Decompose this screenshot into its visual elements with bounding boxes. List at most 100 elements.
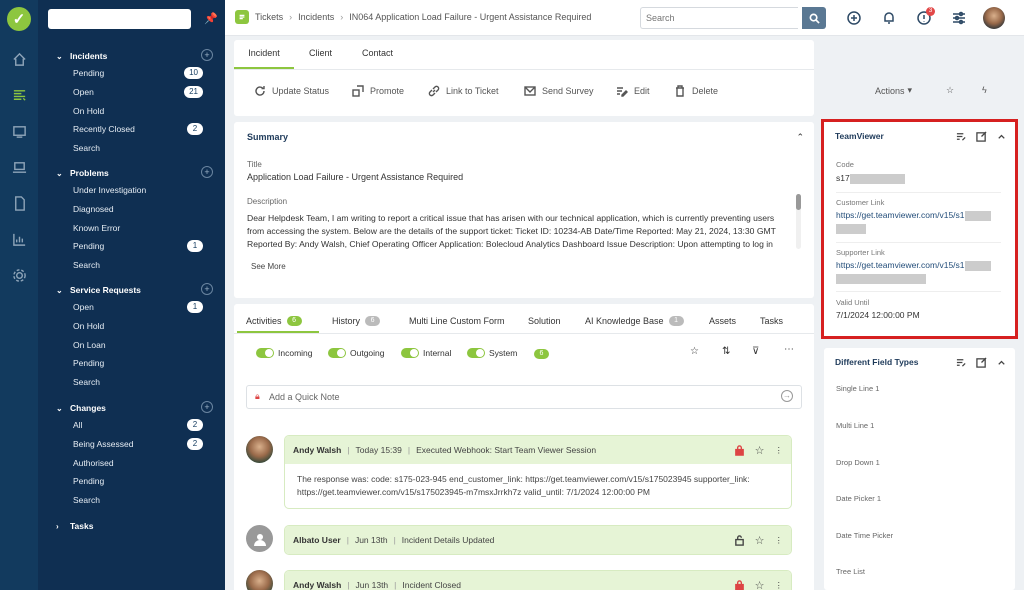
add-icon[interactable]: + [201, 283, 213, 295]
sidebar-item[interactable]: On Hold [38, 101, 225, 120]
app-logo[interactable]: ✓ [7, 7, 31, 31]
add-icon[interactable]: + [201, 49, 213, 61]
sidebar-item[interactable]: Open 1 [38, 298, 225, 317]
lock-icon[interactable] [734, 580, 745, 590]
settings-button[interactable] [950, 9, 968, 27]
star-icon[interactable]: ☆ [755, 444, 765, 457]
promote-button[interactable]: Promote [352, 85, 404, 97]
filter-icon[interactable]: ⊽ [752, 346, 759, 357]
activity-item[interactable]: Andy Walsh | Jun 13th | Incident Closed ☆ ⋮ [284, 570, 792, 590]
tab-tasks[interactable]: Tasks [760, 314, 783, 328]
list-edit-icon[interactable] [956, 131, 967, 142]
add-icon[interactable]: + [201, 166, 213, 178]
tab-incident[interactable]: Incident [234, 40, 294, 69]
activity-item[interactable]: Andy Walsh | Today 15:39 | Executed Webhook:… [284, 435, 792, 509]
star-icon[interactable]: ☆ [755, 579, 765, 590]
delete-button[interactable]: Delete [674, 85, 718, 97]
filter-system-toggle[interactable]: System [467, 348, 517, 358]
sidebar-item[interactable]: On Hold [38, 317, 225, 336]
tab-assets[interactable]: Assets [709, 314, 736, 328]
quick-note-input[interactable]: 🔒︎ Add a Quick Note → [246, 385, 802, 409]
chevron-up-icon[interactable] [996, 131, 1007, 142]
rail-tickets[interactable] [0, 77, 38, 113]
rail-devices[interactable] [0, 149, 38, 185]
user-avatar[interactable] [983, 7, 1005, 29]
see-more-link[interactable]: See More [251, 262, 286, 271]
chevron-up-icon[interactable] [996, 357, 1007, 368]
sidebar-item[interactable]: Recently Closed 2 [38, 120, 225, 139]
sidebar-item[interactable]: Under Investigation [38, 181, 225, 200]
sidebar-item[interactable]: Search [38, 139, 225, 158]
sidebar-item[interactable]: Being Assessed 2 [38, 435, 225, 454]
sidebar-section-header[interactable]: ⌄ Changes + [38, 400, 225, 416]
rail-assets[interactable] [0, 113, 38, 149]
tab-history[interactable]: History 6 [332, 314, 381, 328]
sidebar-item[interactable]: Open 21 [38, 83, 225, 102]
tab-client[interactable]: Client [309, 40, 332, 69]
add-icon[interactable]: + [201, 401, 213, 413]
sidebar-search-input[interactable] [48, 9, 191, 29]
tab-ai-knowledge-base[interactable]: AI Knowledge Base 1 [585, 314, 684, 328]
filter-incoming-toggle[interactable]: Incoming [256, 348, 313, 358]
more-icon[interactable]: ⋯ [784, 344, 794, 355]
sidebar-item[interactable]: Search [38, 373, 225, 392]
description-scrollbar[interactable] [796, 194, 801, 249]
edit-icon[interactable] [976, 131, 987, 142]
sidebar-section-header[interactable]: › Tasks [38, 518, 225, 534]
breadcrumb-incidents[interactable]: Incidents [298, 12, 334, 22]
lock-icon[interactable] [734, 445, 745, 456]
chevron-up-icon[interactable]: ⌃ [796, 132, 804, 143]
sidebar-item[interactable]: Search [38, 256, 225, 275]
breadcrumb-tickets[interactable]: Tickets [255, 12, 283, 22]
more-icon[interactable]: ⋮ [775, 535, 784, 546]
more-icon[interactable]: ⋮ [775, 445, 784, 456]
sidebar-item[interactable]: Pending [38, 472, 225, 491]
sidebar-item[interactable]: On Loan [38, 335, 225, 354]
tab-contact[interactable]: Contact [362, 40, 393, 69]
rail-reports[interactable] [0, 221, 38, 257]
notifications-button[interactable] [880, 9, 898, 27]
rail-docs[interactable] [0, 185, 38, 221]
rail-home[interactable] [0, 41, 38, 77]
tab-multi-line-custom-form[interactable]: Multi Line Custom Form [409, 314, 505, 328]
filter-internal-toggle[interactable]: Internal [401, 348, 451, 358]
sidebar-item[interactable]: Pending 1 [38, 237, 225, 256]
sidebar-section-header[interactable]: ⌄ Incidents + [38, 48, 225, 64]
activity-item[interactable]: Albato User | Jun 13th | Incident Details Up… [284, 525, 792, 555]
sidebar-item[interactable]: All 2 [38, 416, 225, 435]
sidebar-item[interactable]: Pending 10 [38, 64, 225, 83]
sidebar-section-header[interactable]: ⌄ Service Requests + [38, 282, 225, 298]
link-to-ticket-button[interactable]: Link to Ticket [428, 85, 499, 97]
search-input[interactable] [640, 7, 798, 29]
sidebar-item[interactable]: Pending [38, 354, 225, 373]
sidebar-section-header[interactable]: ⌄ Problems + [38, 165, 225, 181]
tab-activities[interactable]: Activities 6 [246, 314, 302, 328]
customer-link[interactable]: https://get.teamviewer.com/v15/s1 [836, 210, 965, 220]
send-survey-button[interactable]: Send Survey [524, 85, 594, 97]
sidebar-item[interactable]: Search [38, 491, 225, 510]
field-value[interactable]: s17 [836, 173, 850, 183]
supporter-link[interactable]: https://get.teamviewer.com/v15/s1 [836, 260, 965, 270]
list-edit-icon[interactable] [956, 357, 967, 368]
sidebar-item[interactable]: Authorised [38, 453, 225, 472]
star-icon[interactable]: ☆ [690, 346, 699, 357]
update-status-button[interactable]: Update Status [254, 85, 329, 97]
star-icon[interactable]: ☆ [755, 534, 765, 547]
alerts-button[interactable]: 3 [915, 7, 935, 27]
actions-dropdown[interactable]: Actions ▾ [875, 85, 912, 96]
pin-icon[interactable]: 📌 [204, 12, 218, 25]
sidebar-item[interactable]: Known Error [38, 218, 225, 237]
favorite-button[interactable]: ☆ [946, 85, 954, 96]
tab-solution[interactable]: Solution [528, 314, 561, 328]
quick-action-button[interactable]: ϟ [982, 85, 987, 95]
sidebar-item[interactable]: Diagnosed [38, 200, 225, 219]
more-icon[interactable]: ⋮ [775, 580, 784, 590]
edit-icon[interactable] [976, 357, 987, 368]
unlock-icon[interactable] [734, 535, 745, 546]
edit-button[interactable]: Edit [616, 85, 650, 97]
add-button[interactable] [845, 9, 863, 27]
rail-settings[interactable] [0, 257, 38, 293]
filter-outgoing-toggle[interactable]: Outgoing [328, 348, 385, 358]
sort-icon[interactable]: ⇅ [722, 346, 730, 357]
arrow-right-icon[interactable]: → [781, 390, 793, 402]
